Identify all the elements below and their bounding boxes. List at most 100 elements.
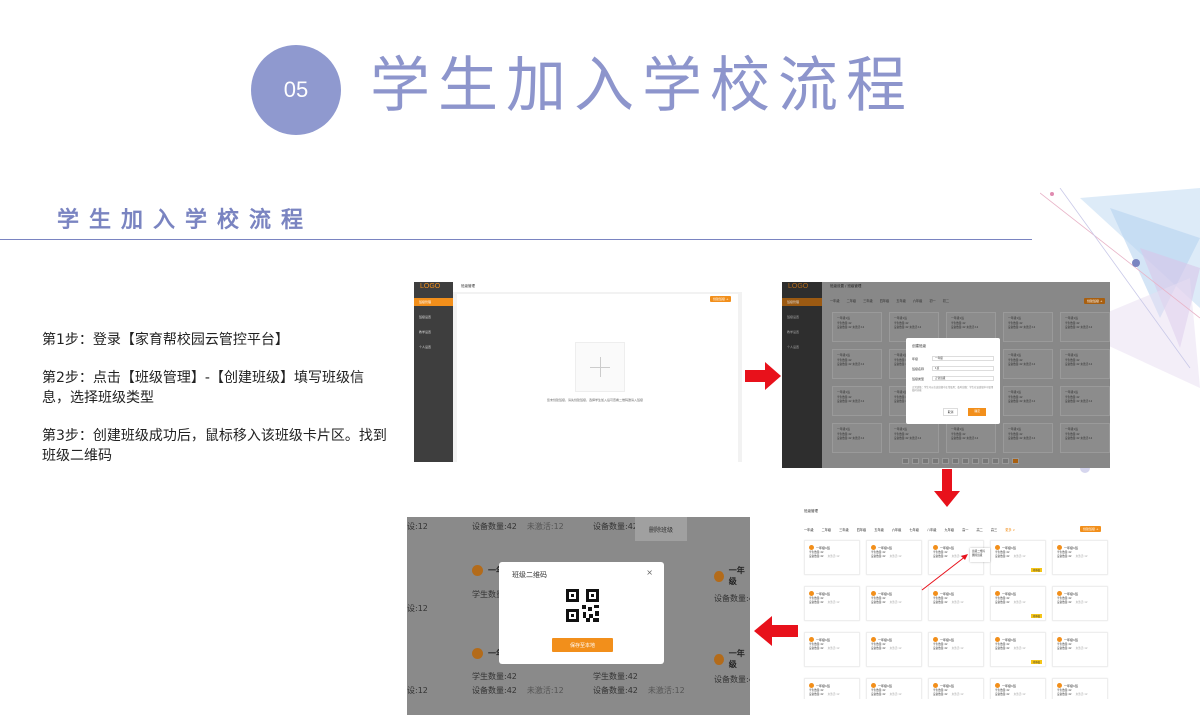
create-class-button[interactable]: 创建班级 + (1080, 526, 1102, 532)
step-3: 第3步：创建班级成功后，鼠标移入该班级卡片区。找到班级二维码 (42, 428, 387, 464)
class-card[interactable]: 一年级1班学生数量:42设备数量:42 未激活:12 (832, 349, 882, 379)
page-button[interactable] (932, 458, 939, 464)
class-card[interactable]: 一年级1班学生数量:42设备数量:42 未激活:12 (1003, 312, 1053, 342)
menu-item-delete-class[interactable]: 删除班级 (649, 525, 673, 534)
cancel-button[interactable]: 取消 (942, 408, 959, 416)
class-card[interactable]: 一年级1班 学生数量:42 设备数量:42 未激活:12 (990, 678, 1046, 699)
class-card[interactable]: 一年级1班学生数量:42设备数量:42 未激活:12 (832, 312, 882, 342)
page-button[interactable] (922, 458, 929, 464)
class-card[interactable]: 一年级1班 学生数量:42 设备数量:42 未激活:12 (866, 540, 922, 575)
class-card[interactable]: 一年级1班 学生数量:42 设备数量:42 未激活:12 (804, 540, 860, 575)
class-card[interactable]: 一年级1班学生数量:42设备数量:42 未激活:12 (889, 423, 939, 453)
page-button-current[interactable] (1012, 458, 1019, 464)
class-type-select[interactable]: 正常班级 (932, 376, 994, 381)
page-button[interactable] (942, 458, 949, 464)
page-button[interactable] (992, 458, 999, 464)
bg-device-count: 设备数量:42 (593, 686, 638, 695)
tab-grade[interactable]: 一年级 (804, 527, 814, 532)
class-dot-icon (472, 565, 483, 576)
class-card[interactable]: 一年级1班 学生数量:42 设备数量:42 未激活:12 (1052, 678, 1108, 699)
bg-device-count: 设备数量:42 (593, 522, 638, 531)
class-card[interactable]: 一年级1班学生数量:42设备数量:42 未激活:12 (1060, 312, 1110, 342)
tab-grade[interactable]: 初二 (943, 298, 949, 303)
save-to-local-button[interactable]: 保存至本地 (552, 638, 613, 652)
class-card[interactable]: 一年级1班 学生数量:42 设备数量:42 未激活:12 (804, 586, 860, 621)
class-card[interactable]: 一年级1班学生数量:42设备数量:42 未激活:12 (1003, 349, 1053, 379)
class-dot-icon (809, 637, 814, 642)
tab-grade[interactable]: 三年级 (863, 298, 873, 303)
sidebar-item-class-management[interactable]: 班级管理 (782, 298, 822, 306)
sidebar-item-class-settings[interactable]: 班级设置 (414, 313, 453, 321)
class-card[interactable]: 一年级1班 学生数量:42 设备数量:42 未激活:12 (866, 678, 922, 699)
create-class-button[interactable]: 创建班级 + (710, 296, 732, 302)
class-card[interactable]: 一年级1班 学生数量:42 设备数量:42 未激活:12 (928, 632, 984, 667)
create-class-button[interactable]: 创建班级 + (1084, 298, 1106, 304)
sidebar-item-class-settings[interactable]: 班级设置 (782, 313, 822, 321)
class-card[interactable]: 一年级1班 学生数量:42 设备数量:42 未激活:12 (928, 678, 984, 699)
page-button[interactable] (952, 458, 959, 464)
tab-grade[interactable]: 五年级 (874, 527, 884, 532)
class-card[interactable]: 一年级1班 学生数量:42 设备数量:42 未激活:12 (1052, 632, 1108, 667)
step-2: 第2步：点击【班级管理】-【创建班级】填写班级信息，选择班级类型 (42, 370, 364, 406)
tab-grade[interactable]: 高三 (991, 527, 997, 532)
tab-grade[interactable]: 六年级 (892, 527, 902, 532)
class-card[interactable]: 一年级1班学生数量:42设备数量:42 未激活:12 (1003, 386, 1053, 416)
sidebar-item-personal-settings[interactable]: 个人设置 (414, 343, 453, 351)
page-button[interactable] (1002, 458, 1009, 464)
tab-grade[interactable]: 四年级 (880, 298, 890, 303)
page-button[interactable] (912, 458, 919, 464)
tab-grade[interactable]: 八年级 (927, 527, 937, 532)
tab-grade[interactable]: 初一 (929, 298, 935, 303)
tab-grade[interactable]: 六年级 (913, 298, 923, 303)
qrcode-dialog: 班级二维码 × 保存至本地 (499, 562, 664, 664)
tab-grade[interactable]: 五年级 (896, 298, 906, 303)
sidebar-item-teaching-settings[interactable]: 教学设置 (414, 328, 453, 336)
page-button[interactable] (972, 458, 979, 464)
close-icon[interactable]: × (646, 568, 653, 577)
page-button[interactable] (902, 458, 909, 464)
class-card[interactable]: 一年级1班学生数量:42设备数量:42 未激活:12 (1060, 386, 1110, 416)
bg-device-count: 设备数量:42 (472, 522, 517, 531)
class-card[interactable]: 一年级1班 学生数量:42 设备数量:42 未激活:12 待审核 (990, 586, 1046, 621)
class-card[interactable]: 一年级1班 学生数量:42 设备数量:42 未激活:12 (804, 632, 860, 667)
class-card[interactable]: 一年级1班 学生数量:42 设备数量:42 未激活:12 (804, 678, 860, 699)
tab-grade[interactable]: 九年级 (945, 527, 955, 532)
tab-grade[interactable]: 七年级 (909, 527, 919, 532)
class-card[interactable]: 一年级1班 学生数量:42 设备数量:42 未激活:12 (866, 586, 922, 621)
tab-grade[interactable]: 一年级 (830, 298, 840, 303)
class-dot-icon (995, 637, 1000, 642)
bg-inactive-text: 设:12 (407, 522, 428, 531)
sidebar-item-class-management[interactable]: 班级管理 (414, 298, 453, 306)
tab-grade[interactable]: 三年级 (839, 527, 849, 532)
page-button[interactable] (962, 458, 969, 464)
class-card[interactable]: 一年级1班 学生数量:42 设备数量:42 未激活:12 待审核 (990, 540, 1046, 575)
class-card[interactable]: 一年级1班 学生数量:42 设备数量:42 未激活:12 (1052, 540, 1108, 575)
sidebar-item-personal-settings[interactable]: 个人设置 (782, 343, 822, 351)
sidebar-item-teaching-settings[interactable]: 教学设置 (782, 328, 822, 336)
page-button[interactable] (982, 458, 989, 464)
tab-more[interactable]: 更多 ∨ (1005, 527, 1015, 532)
class-card[interactable]: 一年级1班学生数量:42设备数量:42 未激活:12 (832, 423, 882, 453)
class-card[interactable]: 一年级1班 学生数量:42 设备数量:42 未激活:12 (866, 632, 922, 667)
tab-grade[interactable]: 四年级 (857, 527, 867, 532)
class-card[interactable]: 一年级1班学生数量:42设备数量:42 未激活:12 (946, 423, 996, 453)
bg-hover-menu: 删除班级 (635, 517, 687, 541)
class-card[interactable]: 一年级1班学生数量:42设备数量:42 未激活:12 (1003, 423, 1053, 453)
class-card[interactable]: 一年级1班 学生数量:42 设备数量:42 未激活:12 待审核 (990, 632, 1046, 667)
tab-grade[interactable]: 高一 (962, 527, 968, 532)
confirm-button[interactable]: 确定 (968, 408, 986, 416)
tab-grade[interactable]: 二年级 (847, 298, 857, 303)
tab-grade[interactable]: 二年级 (822, 527, 832, 532)
class-card[interactable]: 一年级1班学生数量:42设备数量:42 未激活:12 (832, 386, 882, 416)
logo: LOGO (420, 283, 441, 290)
pointer-arrow-icon (921, 554, 968, 591)
arrow-down-icon (934, 469, 960, 507)
class-card[interactable]: 一年级1班 学生数量:42 设备数量:42 未激活:12 (1052, 586, 1108, 621)
class-card[interactable]: 一年级1班学生数量:42设备数量:42 未激活:12 (1060, 423, 1110, 453)
class-card[interactable]: 一年级1班学生数量:42设备数量:42 未激活:12 (1060, 349, 1110, 379)
menu-item-delete-class[interactable]: 删除班级 (972, 554, 988, 558)
class-name-input[interactable]: 1班 (932, 366, 994, 371)
add-class-plus-icon[interactable] (575, 342, 625, 392)
tab-grade[interactable]: 高二 (976, 527, 982, 532)
grade-select[interactable]: 一年级 (932, 356, 994, 361)
